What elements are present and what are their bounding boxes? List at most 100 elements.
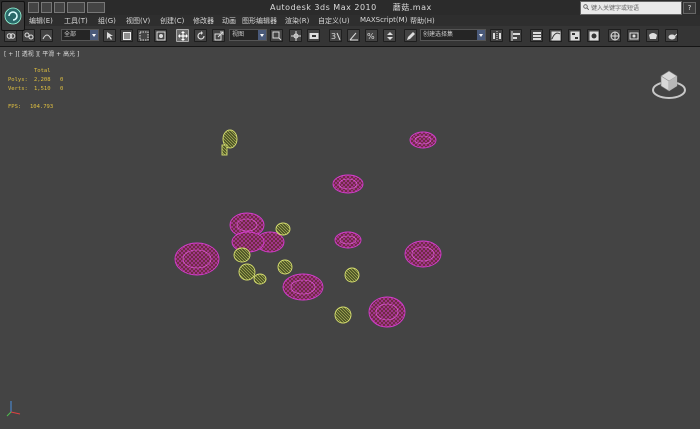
menu-help[interactable]: 帮助(H) (410, 16, 435, 26)
menu-animation[interactable]: 动画 (222, 16, 236, 26)
small-mushroom[interactable] (334, 306, 352, 324)
menu-customize[interactable]: 自定义(U) (318, 16, 350, 26)
undo-icon[interactable] (67, 2, 85, 13)
mushroom-cap[interactable] (282, 273, 324, 301)
svg-text:%: % (367, 32, 375, 41)
menu-tools[interactable]: 工具(T) (64, 16, 88, 26)
menu-graph-editors[interactable]: 图形编辑器 (242, 16, 277, 26)
material-editor-icon (589, 31, 599, 41)
mushroom-cap[interactable] (368, 296, 406, 328)
unlink-icon (24, 32, 34, 40)
help-button[interactable]: ? (683, 2, 696, 14)
rectangle-selection-icon (139, 31, 149, 41)
perspective-viewport[interactable]: [ + ][ 透视 ][ 平滑 + 高光 ] Total Polys: 2,208… (0, 47, 700, 429)
viewport-label[interactable]: [ + ][ 透视 ][ 平滑 + 高光 ] (4, 49, 79, 58)
percent-snap-icon: % (367, 32, 375, 41)
mushroom-cap[interactable] (404, 240, 442, 268)
render-setup-icon (610, 31, 620, 41)
schematic-view-button[interactable] (568, 29, 581, 42)
scene-view[interactable] (0, 47, 700, 429)
mushroom-group[interactable] (174, 131, 442, 328)
rotate-button[interactable] (194, 29, 207, 42)
material-editor-button[interactable] (587, 29, 600, 42)
angle-snap-icon (349, 32, 358, 41)
search-box[interactable] (580, 1, 682, 15)
rectangle-selection-button[interactable] (137, 29, 150, 42)
menu-maxscript[interactable]: MAXScript(M) (360, 16, 407, 24)
pivot-center-button[interactable] (270, 29, 283, 42)
move-button[interactable] (176, 29, 189, 42)
file-name: 蘑菇.max (392, 3, 432, 12)
small-mushroom[interactable] (344, 267, 360, 283)
viewcube-icon[interactable] (649, 64, 689, 104)
menu-edit[interactable]: 编辑(E) (29, 16, 53, 26)
mushroom-cap[interactable] (174, 242, 220, 276)
menu-modifiers[interactable]: 修改器 (193, 16, 214, 26)
save-file-icon[interactable] (54, 2, 65, 13)
window-crossing-icon (156, 31, 166, 41)
chevron-down-icon (90, 30, 98, 40)
small-mushroom[interactable] (253, 273, 267, 285)
unlink-button[interactable] (22, 29, 35, 42)
mushroom-cap[interactable] (231, 231, 265, 253)
search-input[interactable] (591, 2, 679, 14)
rendered-frame-window-button[interactable] (627, 29, 640, 42)
menu-group[interactable]: 组(G) (98, 16, 116, 26)
menu-views[interactable]: 视图(V) (126, 16, 150, 26)
percent-snap-button[interactable]: % (365, 29, 378, 42)
verts-selected: 0 (60, 86, 64, 92)
quick-access-toolbar (28, 2, 105, 13)
align-icon (511, 31, 520, 41)
scale-button[interactable] (212, 29, 225, 42)
curve-editor-button[interactable] (549, 29, 562, 42)
app-name: Autodesk 3ds Max 2010 (270, 3, 377, 12)
render-button[interactable] (646, 29, 659, 42)
mirror-button[interactable] (490, 29, 503, 42)
rendered-frame-icon (629, 32, 639, 40)
mushroom-cap[interactable] (334, 231, 362, 249)
manipulate-button[interactable] (289, 29, 302, 42)
svg-text:3: 3 (331, 32, 336, 41)
window-crossing-button[interactable] (154, 29, 167, 42)
search-icon (583, 4, 589, 10)
named-selection-dropdown[interactable]: 创建选择集 (420, 29, 486, 41)
menu-rendering[interactable]: 渲染(R) (285, 16, 309, 26)
render-setup-button[interactable] (608, 29, 621, 42)
bind-space-warp-button[interactable] (40, 29, 53, 42)
app-menu-button[interactable] (1, 1, 25, 31)
mushroom-cap[interactable] (332, 174, 364, 194)
menu-create[interactable]: 创建(C) (160, 16, 184, 26)
mirror-icon (493, 31, 501, 41)
new-file-icon[interactable] (28, 2, 39, 13)
scale-icon (214, 31, 224, 41)
schematic-view-icon (570, 31, 580, 41)
snap-icon: 3 (331, 32, 341, 41)
small-mushroom[interactable] (233, 247, 251, 263)
small-mushroom[interactable] (277, 259, 293, 275)
select-by-name-button[interactable] (120, 29, 133, 42)
edit-named-selection-button[interactable] (404, 29, 417, 42)
angle-snap-button[interactable] (347, 29, 360, 42)
small-mushroom-stem[interactable] (221, 144, 228, 156)
layer-manager-button[interactable] (530, 29, 543, 42)
mushroom-cap[interactable] (409, 131, 437, 149)
keyboard-shortcut-override-button[interactable] (307, 29, 320, 42)
verts-label: Verts: (8, 86, 28, 92)
snap-toggle-button[interactable]: 3 (329, 29, 342, 42)
align-button[interactable] (509, 29, 522, 42)
small-mushroom[interactable] (238, 263, 256, 281)
axis-tripod-icon (6, 401, 21, 417)
link-icon (6, 33, 16, 39)
quick-render-button[interactable] (665, 29, 678, 42)
render-teapot-icon (668, 33, 677, 40)
polys-total: 2,208 (34, 77, 51, 83)
verts-total: 1,510 (34, 86, 51, 92)
spinner-snap-button[interactable] (383, 29, 396, 42)
reference-coordinate-dropdown[interactable]: 视图 (229, 29, 267, 41)
layer-manager-icon (533, 32, 541, 40)
open-file-icon[interactable] (41, 2, 52, 13)
small-mushroom[interactable] (275, 222, 291, 236)
selection-filter-dropdown[interactable]: 全部 (61, 29, 99, 41)
select-object-button[interactable] (103, 29, 116, 42)
redo-icon[interactable] (87, 2, 105, 13)
